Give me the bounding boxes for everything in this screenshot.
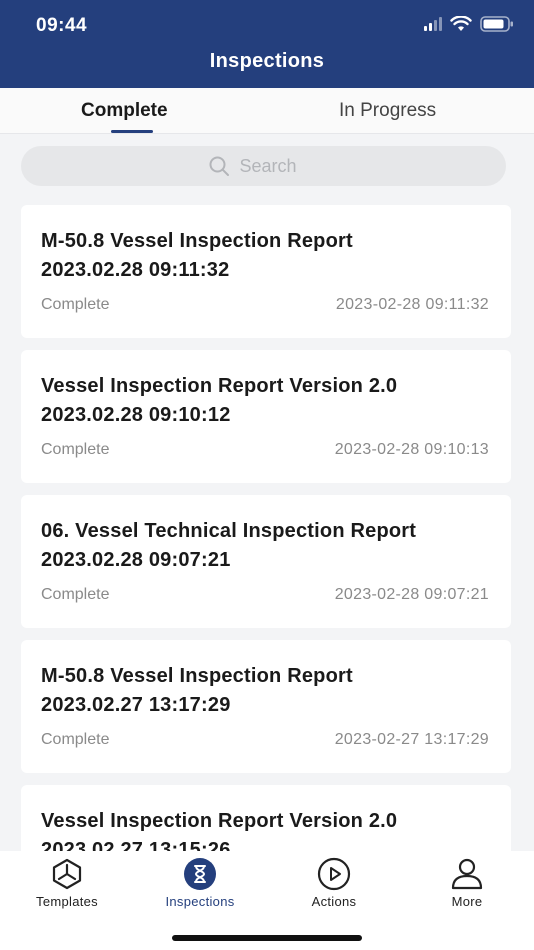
tab-complete[interactable]: Complete (81, 100, 168, 122)
inspection-status: Complete (41, 586, 110, 603)
person-icon (451, 858, 483, 890)
inspection-date: 2023-02-28 09:11:32 (335, 296, 489, 313)
inspection-date: 2023-02-28 09:10:13 (334, 441, 489, 458)
inspection-title-timestamp: 2023.02.27 13:17:29 (41, 694, 231, 716)
inspection-date: 2023-02-27 13:17:29 (334, 731, 489, 748)
page-title: Inspections (209, 50, 325, 72)
nav-inspections[interactable]: Inspections (145, 857, 255, 913)
inspection-status: Complete (41, 441, 110, 458)
inspection-title-timestamp: 2023.02.28 09:10:12 (41, 404, 231, 426)
inspection-title-line: Vessel Inspection Report Version 2.0 (41, 810, 398, 832)
inspection-list: M-50.8 Vessel Inspection Report 2023.02.… (21, 205, 511, 851)
nav-templates[interactable]: Templates (12, 857, 122, 913)
inspection-card[interactable]: Vessel Inspection Report Version 2.0 202… (21, 785, 511, 851)
inspection-status: Complete (41, 296, 110, 313)
search-input[interactable] (239, 155, 320, 177)
cellular-signal-icon (424, 17, 442, 31)
inspection-title: M-50.8 Vessel Inspection Report 2023.02.… (41, 227, 501, 285)
inspection-title-timestamp: 2023.02.27 13:15:26 (41, 839, 231, 851)
battery-icon (480, 16, 513, 32)
tab-bar: Complete In Progress (0, 88, 534, 134)
app-header: 09:44 Inspections (0, 0, 534, 88)
search-icon (209, 156, 229, 176)
status-time: 09:44 (36, 15, 88, 36)
nav-label: Actions (311, 894, 357, 909)
inspection-title: Vessel Inspection Report Version 2.0 202… (41, 372, 501, 430)
inspection-title-line: M-50.8 Vessel Inspection Report (41, 665, 353, 687)
hourglass-icon (184, 858, 216, 890)
search-bar[interactable] (21, 146, 506, 186)
inspection-title: Vessel Inspection Report Version 2.0 202… (41, 807, 501, 851)
status-icons (424, 16, 514, 32)
templates-icon (52, 858, 82, 890)
nav-label: Templates (36, 894, 98, 909)
inspection-title-line: M-50.8 Vessel Inspection Report (41, 230, 353, 252)
inspection-title-line: 06. Vessel Technical Inspection Report (41, 520, 417, 542)
inspection-status: Complete (41, 731, 110, 748)
inspection-title: M-50.8 Vessel Inspection Report 2023.02.… (41, 662, 501, 720)
play-circle-icon (317, 857, 351, 891)
inspection-title: 06. Vessel Technical Inspection Report 2… (41, 517, 501, 575)
wifi-icon (450, 16, 472, 31)
nav-label: Inspections (165, 894, 235, 909)
inspection-title-timestamp: 2023.02.28 09:07:21 (41, 549, 231, 571)
home-indicator (172, 935, 362, 941)
inspection-card[interactable]: M-50.8 Vessel Inspection Report 2023.02.… (21, 640, 511, 773)
inspection-card[interactable]: Vessel Inspection Report Version 2.0 202… (21, 350, 511, 483)
nav-actions[interactable]: Actions (279, 857, 389, 913)
inspection-card[interactable]: M-50.8 Vessel Inspection Report 2023.02.… (21, 205, 511, 338)
inspection-date: 2023-02-28 09:07:21 (334, 586, 489, 603)
tab-in-progress[interactable]: In Progress (339, 100, 436, 122)
inspection-title-timestamp: 2023.02.28 09:11:32 (41, 259, 230, 281)
inspection-card[interactable]: 06. Vessel Technical Inspection Report 2… (21, 495, 511, 628)
inspection-title-line: Vessel Inspection Report Version 2.0 (41, 375, 398, 397)
nav-label: More (451, 894, 483, 909)
nav-more[interactable]: More (412, 857, 522, 913)
active-tab-indicator (111, 130, 153, 133)
